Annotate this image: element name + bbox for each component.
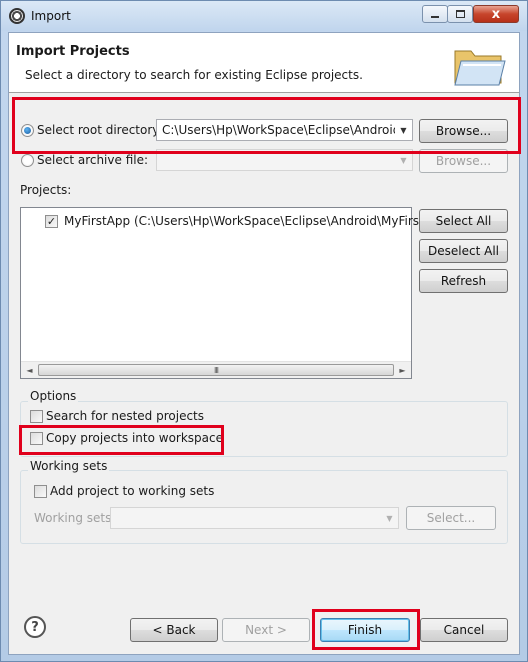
- back-button[interactable]: < Back: [130, 618, 218, 642]
- finish-button[interactable]: Finish: [320, 618, 410, 642]
- root-directory-combo[interactable]: C:\Users\Hp\WorkSpace\Eclipse\Android\My…: [156, 119, 413, 141]
- options-caption: Options: [28, 389, 79, 403]
- title-bar[interactable]: Import x: [1, 1, 527, 31]
- maximize-button[interactable]: [447, 5, 473, 23]
- browse-archive-button[interactable]: Browse...: [419, 149, 508, 173]
- browse-root-button[interactable]: Browse...: [419, 119, 508, 143]
- copy-projects-checkbox[interactable]: [30, 432, 43, 445]
- horizontal-scrollbar[interactable]: ◄ III ►: [21, 361, 411, 378]
- working-sets-caption: Working sets: [28, 459, 110, 473]
- select-root-directory-radio[interactable]: [21, 124, 34, 137]
- deselect-all-button[interactable]: Deselect All: [419, 239, 508, 263]
- search-nested-checkbox[interactable]: [30, 410, 43, 423]
- copy-projects-label: Copy projects into workspace: [46, 431, 224, 445]
- scroll-left-icon[interactable]: ◄: [21, 362, 38, 378]
- add-to-working-sets-checkbox[interactable]: [34, 485, 47, 498]
- select-all-button[interactable]: Select All: [419, 209, 508, 233]
- root-directory-value: C:\Users\Hp\WorkSpace\Eclipse\Android\My…: [162, 123, 412, 137]
- chevron-down-icon[interactable]: ▼: [395, 120, 412, 140]
- minimize-icon: [431, 16, 439, 18]
- eclipse-app-icon: [9, 8, 25, 24]
- refresh-button[interactable]: Refresh: [419, 269, 508, 293]
- grip-icon: III: [213, 365, 219, 375]
- maximize-icon: [455, 10, 465, 18]
- chevron-down-icon[interactable]: ▼: [381, 508, 398, 528]
- select-root-directory-label: Select root directory:: [37, 123, 163, 137]
- open-folder-icon: [454, 50, 506, 86]
- select-archive-file-radio[interactable]: [21, 154, 34, 167]
- select-working-sets-button[interactable]: Select...: [406, 506, 496, 530]
- page-title: Import Projects: [16, 44, 130, 59]
- page-description: Select a directory to search for existin…: [25, 68, 363, 82]
- working-sets-label: Working sets:: [34, 511, 116, 525]
- wizard-banner: Import Projects Select a directory to se…: [9, 33, 519, 93]
- archive-file-combo[interactable]: ▼: [156, 149, 413, 171]
- scroll-right-icon[interactable]: ►: [394, 362, 411, 378]
- scrollbar-thumb[interactable]: III: [38, 364, 394, 376]
- add-to-working-sets-label: Add project to working sets: [50, 484, 215, 498]
- project-checkbox[interactable]: ✓: [45, 215, 58, 228]
- working-sets-combo[interactable]: ▼: [110, 507, 399, 529]
- import-dialog: Import x Import Projects Select a direct…: [0, 0, 528, 662]
- chevron-down-icon[interactable]: ▼: [395, 150, 412, 170]
- minimize-button[interactable]: [422, 5, 448, 23]
- next-button[interactable]: Next >: [222, 618, 310, 642]
- close-icon: x: [491, 6, 501, 22]
- projects-label: Projects:: [20, 183, 72, 197]
- help-icon[interactable]: ?: [24, 616, 46, 638]
- dialog-client-area: Import Projects Select a directory to se…: [8, 32, 521, 655]
- list-item[interactable]: MyFirstApp (C:\Users\Hp\WorkSpace\Eclips…: [64, 214, 452, 228]
- window-title: Import: [31, 9, 71, 23]
- select-archive-file-label: Select archive file:: [37, 153, 149, 167]
- projects-list[interactable]: ✓ MyFirstApp (C:\Users\Hp\WorkSpace\Ecli…: [20, 207, 452, 379]
- search-nested-label: Search for nested projects: [46, 409, 205, 423]
- cancel-button[interactable]: Cancel: [420, 618, 508, 642]
- close-button[interactable]: x: [473, 5, 519, 23]
